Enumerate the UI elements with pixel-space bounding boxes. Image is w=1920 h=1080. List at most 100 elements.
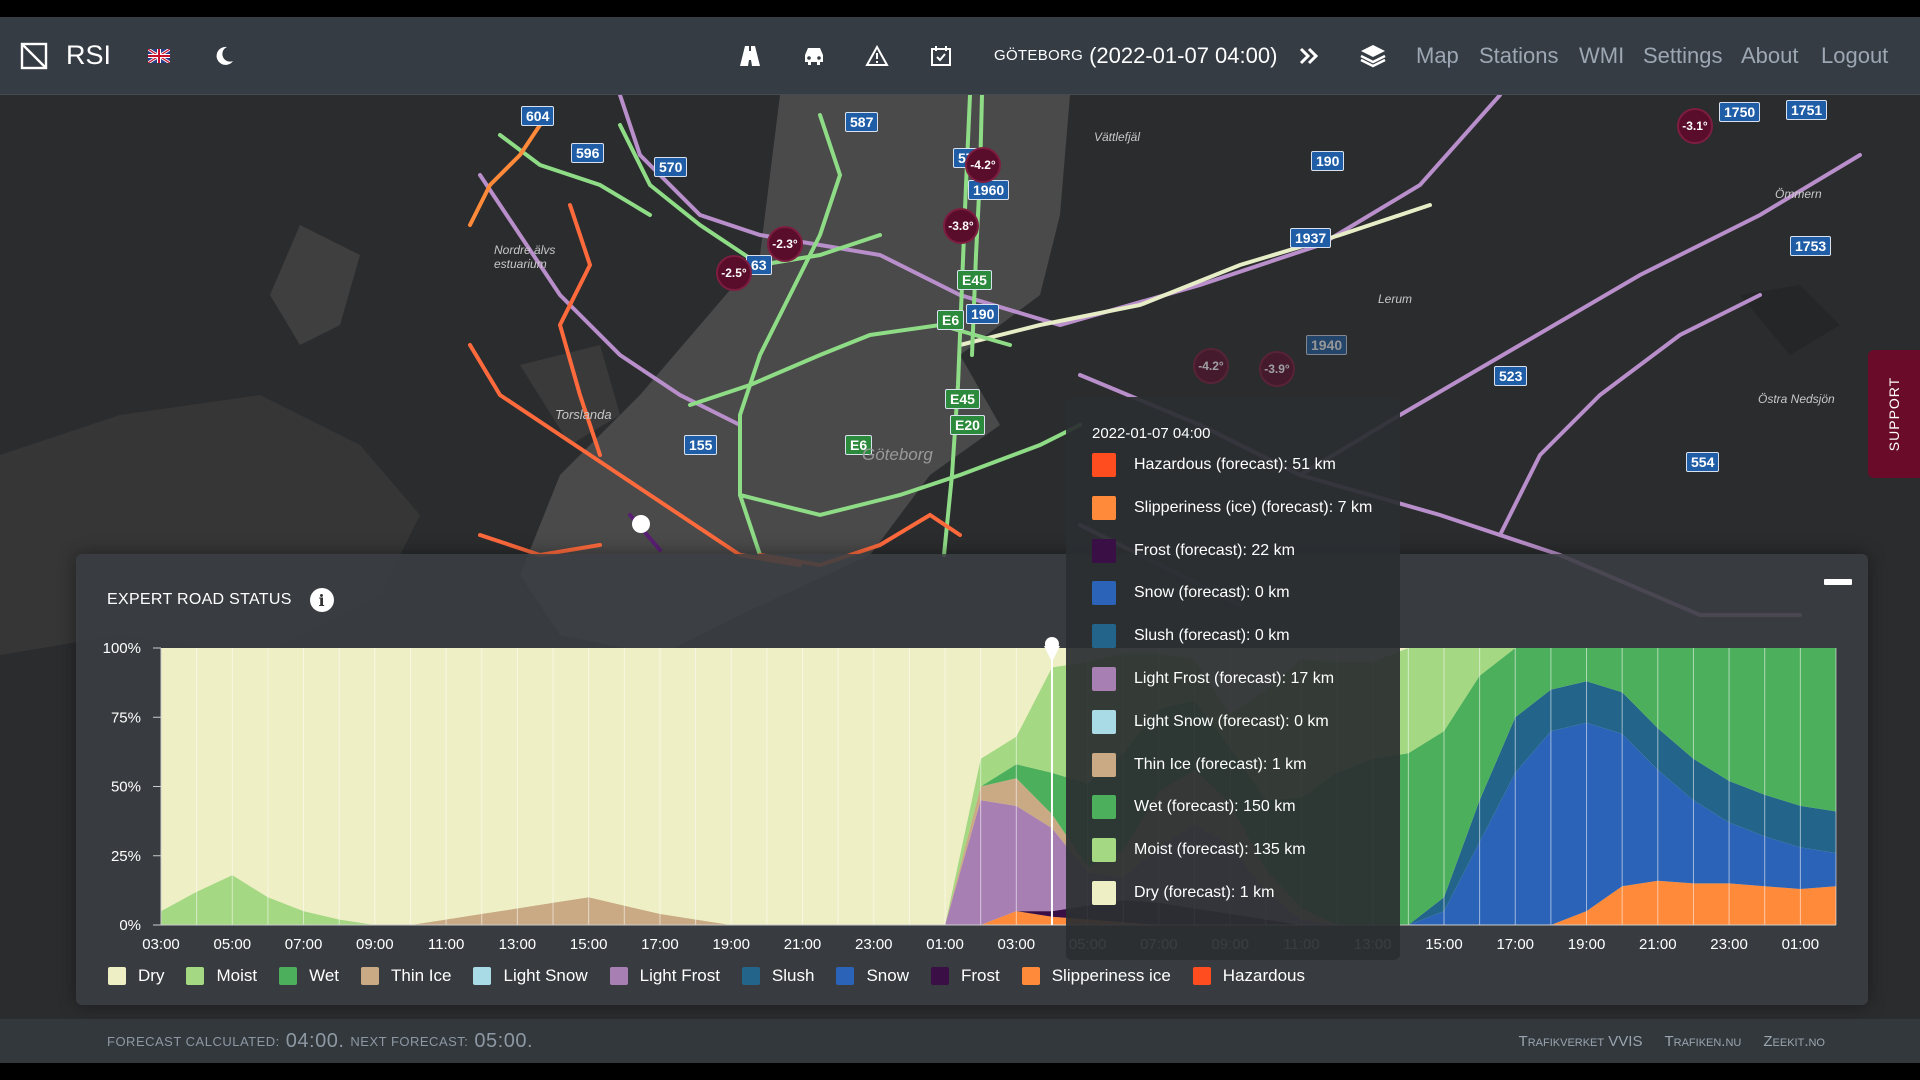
legend-item[interactable]: Thin Ice xyxy=(361,966,451,986)
nav-logout[interactable]: Logout xyxy=(1821,17,1888,94)
uk-flag-icon[interactable] xyxy=(148,17,170,94)
y-tick-label: 100% xyxy=(103,640,141,657)
temperature-marker[interactable]: -3.9° xyxy=(1259,351,1295,387)
forecast-calculated-label: Forecast calculated: xyxy=(107,1033,280,1049)
legend-item[interactable]: Dry xyxy=(108,966,164,986)
legend-item[interactable]: Frost xyxy=(930,966,1000,986)
link-trafiken[interactable]: Trafiken.nu xyxy=(1664,1033,1741,1050)
moon-icon[interactable] xyxy=(212,17,238,94)
legend-label: Wet xyxy=(309,966,339,985)
legend-label: Slipperiness ice xyxy=(1051,966,1171,985)
legend-item[interactable]: Hazardous xyxy=(1192,966,1305,986)
road-shield[interactable]: 1751 xyxy=(1786,100,1828,120)
road-icon[interactable] xyxy=(735,17,765,94)
temperature-marker[interactable]: -3.1° xyxy=(1677,108,1713,144)
rsi-logo-icon[interactable] xyxy=(20,17,50,94)
car-icon[interactable] xyxy=(799,17,829,94)
tooltip-label: Slush (forecast): 0 km xyxy=(1134,627,1290,645)
place-label: Nordre älvs estuarium xyxy=(494,243,556,271)
road-shield[interactable]: 1750 xyxy=(1719,102,1761,122)
tooltip-label: Light Snow (forecast): 0 km xyxy=(1134,712,1329,730)
road-shield[interactable]: 1960 xyxy=(968,180,1010,200)
nav-about[interactable]: About xyxy=(1741,17,1799,94)
nav-settings[interactable]: Settings xyxy=(1643,17,1723,94)
road-shield[interactable]: 587 xyxy=(845,112,879,132)
legend-swatch xyxy=(108,967,126,985)
nav-map[interactable]: Map xyxy=(1416,17,1459,94)
link-zeekit[interactable]: Zeekit.no xyxy=(1763,1033,1825,1050)
tooltip-label: Wet (forecast): 150 km xyxy=(1134,798,1296,816)
road-shield[interactable]: E45 xyxy=(957,270,992,290)
warning-icon[interactable] xyxy=(862,17,892,94)
tooltip-label: Snow (forecast): 0 km xyxy=(1134,584,1290,602)
x-tick-label: 19:00 xyxy=(712,936,750,953)
legend-label: Dry xyxy=(138,966,165,985)
chart-legend: Dry Moist Wet Thin Ice Light Snow Light Frost… xyxy=(108,966,1327,986)
legend-label: Slush xyxy=(771,966,815,985)
legend-swatch xyxy=(473,967,492,985)
place-label: Göteborg xyxy=(862,445,933,464)
legend-swatch xyxy=(609,967,628,985)
road-shield[interactable]: 190 xyxy=(1311,151,1345,171)
road-shield[interactable]: E20 xyxy=(950,415,985,435)
fast-forward-icon[interactable] xyxy=(1294,17,1324,94)
support-tab[interactable]: SUPPORT xyxy=(1868,350,1920,478)
legend-swatch xyxy=(186,967,205,985)
tooltip-swatch xyxy=(1092,495,1116,520)
x-tick-label: 13:00 xyxy=(499,936,537,953)
road-shield[interactable]: 190 xyxy=(966,304,1000,324)
x-tick-label: 19:00 xyxy=(1568,936,1606,953)
y-tick-label: 75% xyxy=(111,709,141,726)
minimize-button[interactable] xyxy=(1824,579,1852,585)
place-label: Torslanda xyxy=(555,407,612,422)
road-shield[interactable]: 604 xyxy=(521,106,555,126)
temperature-marker[interactable]: -4.2° xyxy=(1193,348,1229,384)
calendar-check-icon[interactable] xyxy=(926,17,956,94)
road-shield[interactable]: E45 xyxy=(945,389,980,409)
footer-links: Trafikverket VVIS Trafiken.nu Zeekit.no xyxy=(1497,1019,1825,1063)
temperature-marker[interactable]: -4.2° xyxy=(965,147,1001,183)
tooltip-swatch xyxy=(1092,752,1116,777)
tooltip-row: Slush (forecast): 0 km xyxy=(1092,623,1290,649)
info-icon[interactable]: i xyxy=(309,588,334,612)
brand-name[interactable]: RSI xyxy=(66,17,111,94)
road-shield[interactable]: E6 xyxy=(937,310,965,330)
temperature-marker[interactable]: -3.8° xyxy=(943,208,979,244)
nav-wmi[interactable]: WMI xyxy=(1579,17,1624,94)
temperature-marker[interactable]: -2.3° xyxy=(767,226,803,262)
tooltip-label: Frost (forecast): 22 km xyxy=(1134,541,1295,559)
road-shield[interactable]: 155 xyxy=(684,435,718,455)
y-tick-label: 0% xyxy=(119,917,141,934)
x-tick-label: 01:00 xyxy=(926,936,964,953)
road-shield[interactable]: 596 xyxy=(571,143,605,163)
road-status-chart[interactable]: 0% 25% 50% 75% 100% 03:00 05:00 07:00 09:00 11:00… xyxy=(76,554,1868,1005)
forecast-calculated-value: 04:00. xyxy=(285,1029,345,1052)
road-shield[interactable]: 523 xyxy=(1494,366,1528,386)
road-shield[interactable]: 1940 xyxy=(1306,335,1348,355)
legend-item[interactable]: Snow xyxy=(836,966,909,986)
legend-item[interactable]: Light Snow xyxy=(473,966,588,986)
tooltip-swatch xyxy=(1092,709,1116,734)
next-forecast-value: 05:00. xyxy=(474,1029,534,1052)
tooltip-label: Thin Ice (forecast): 1 km xyxy=(1134,755,1307,773)
location-time[interactable]: GÖTEBORG (2022-01-07 04:00) xyxy=(994,17,1277,94)
link-trafikverket[interactable]: Trafikverket VVIS xyxy=(1519,1033,1643,1050)
road-shield[interactable]: 554 xyxy=(1686,452,1720,472)
road-shield[interactable]: 1937 xyxy=(1290,228,1332,248)
x-tick-label: 09:00 xyxy=(356,936,394,953)
legend-item[interactable]: Light Frost xyxy=(609,966,720,986)
tooltip-swatch xyxy=(1092,624,1116,649)
legend-label: Snow xyxy=(866,966,909,985)
road-shield[interactable]: 570 xyxy=(654,157,688,177)
nav-stations[interactable]: Stations xyxy=(1479,17,1559,94)
x-tick-label: 03:00 xyxy=(998,936,1036,953)
road-shield[interactable]: 1753 xyxy=(1790,236,1832,256)
legend-item[interactable]: Slipperiness ice xyxy=(1021,966,1171,986)
legend-item[interactable]: Wet xyxy=(279,966,339,986)
cursor-handle xyxy=(1044,637,1059,651)
layers-icon[interactable] xyxy=(1358,17,1388,94)
location-name: GÖTEBORG xyxy=(994,47,1084,64)
temperature-marker[interactable]: -2.5° xyxy=(716,255,752,291)
legend-item[interactable]: Slush xyxy=(741,966,815,986)
legend-item[interactable]: Moist xyxy=(186,966,257,986)
